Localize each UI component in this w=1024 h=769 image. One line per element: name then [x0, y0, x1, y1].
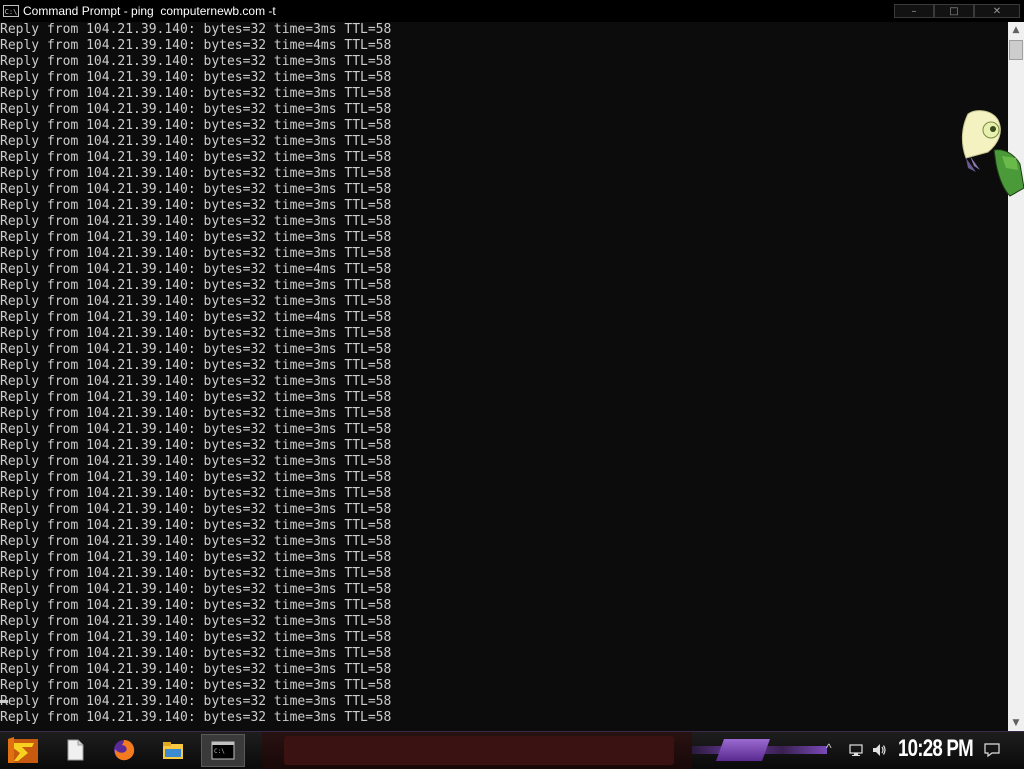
firefox-icon[interactable] [111, 737, 137, 763]
console-line: Reply from 104.21.39.140: bytes=32 time=… [0, 390, 392, 405]
cmd-icon: C:\ [3, 5, 19, 17]
console-line: Reply from 104.21.39.140: bytes=32 time=… [0, 134, 392, 149]
console-line: Reply from 104.21.39.140: bytes=32 time=… [0, 230, 392, 245]
command-prompt-icon[interactable]: C:\ [210, 738, 236, 764]
console-line: Reply from 104.21.39.140: bytes=32 time=… [0, 470, 392, 485]
console-line: Reply from 104.21.39.140: bytes=32 time=… [0, 294, 392, 309]
window-title: Command Prompt - ping computernewb.com -… [23, 4, 276, 18]
console-line: Reply from 104.21.39.140: bytes=32 time=… [0, 54, 392, 69]
console-line: Reply from 104.21.39.140: bytes=32 time=… [0, 326, 392, 341]
console-line: Reply from 104.21.39.140: bytes=32 time=… [0, 278, 392, 293]
minimize-button[interactable]: – [894, 4, 934, 18]
file-explorer-icon[interactable] [160, 737, 186, 763]
console-line: Reply from 104.21.39.140: bytes=32 time=… [0, 678, 392, 693]
console-line: Reply from 104.21.39.140: bytes=32 time=… [0, 486, 392, 501]
network-icon[interactable] [848, 742, 864, 758]
console-line: Reply from 104.21.39.140: bytes=32 time=… [0, 70, 392, 85]
console-line: Reply from 104.21.39.140: bytes=32 time=… [0, 454, 392, 469]
console-line: Reply from 104.21.39.140: bytes=32 time=… [0, 422, 392, 437]
title-bar[interactable]: C:\ Command Prompt - ping computernewb.c… [0, 0, 1024, 22]
console-line: Reply from 104.21.39.140: bytes=32 time=… [0, 150, 392, 165]
console-line: Reply from 104.21.39.140: bytes=32 time=… [0, 166, 392, 181]
tray-overflow-chevron-icon[interactable]: ^ [826, 741, 832, 755]
file-icon[interactable] [62, 737, 88, 763]
scroll-down-arrow[interactable]: ▼ [1008, 715, 1024, 731]
console-line: Reply from 104.21.39.140: bytes=32 time=… [0, 598, 392, 613]
notification-icon[interactable] [984, 742, 1000, 758]
scroll-up-arrow[interactable]: ▲ [1008, 22, 1024, 38]
mascot-character-icon [961, 110, 1024, 197]
console-output[interactable]: Reply from 104.21.39.140: bytes=32 time=… [0, 22, 1008, 731]
console-line: Reply from 104.21.39.140: bytes=32 time=… [0, 182, 392, 197]
console-line: Reply from 104.21.39.140: bytes=32 time=… [0, 374, 392, 389]
maximize-button[interactable]: □ [934, 4, 974, 18]
console-line: Reply from 104.21.39.140: bytes=32 time=… [0, 662, 392, 677]
taskbar-background-art-inner [284, 736, 674, 765]
console-line: Reply from 104.21.39.140: bytes=32 time=… [0, 438, 392, 453]
console-line: Reply from 104.21.39.140: bytes=32 time=… [0, 614, 392, 629]
volume-icon[interactable] [871, 742, 887, 758]
console-line: Reply from 104.21.39.140: bytes=32 time=… [0, 358, 392, 373]
taskbar: C:\ ^ 10:28 PM [0, 731, 1024, 769]
console-line: Reply from 104.21.39.140: bytes=32 time=… [0, 246, 392, 261]
console-line: Reply from 104.21.39.140: bytes=32 time=… [0, 214, 392, 229]
console-line: Reply from 104.21.39.140: bytes=32 time=… [0, 646, 392, 661]
console-line: Reply from 104.21.39.140: bytes=32 time=… [0, 550, 392, 565]
console-line: Reply from 104.21.39.140: bytes=32 time=… [0, 534, 392, 549]
console-line: Reply from 104.21.39.140: bytes=32 time=… [0, 406, 392, 421]
command-prompt-window: C:\ Command Prompt - ping computernewb.c… [0, 0, 1024, 731]
taskbar-accent-knob [715, 739, 771, 761]
console-line: Reply from 104.21.39.140: bytes=32 time=… [0, 38, 392, 53]
close-button[interactable]: ✕ [974, 4, 1020, 18]
console-line: Reply from 104.21.39.140: bytes=32 time=… [0, 198, 392, 213]
console-line: Reply from 104.21.39.140: bytes=32 time=… [0, 102, 392, 117]
window-controls: – □ ✕ [894, 4, 1020, 18]
console-line: Reply from 104.21.39.140: bytes=32 time=… [0, 310, 392, 325]
console-line: Reply from 104.21.39.140: bytes=32 time=… [0, 710, 392, 725]
console-line: Reply from 104.21.39.140: bytes=32 time=… [0, 630, 392, 645]
console-line: Reply from 104.21.39.140: bytes=32 time=… [0, 342, 392, 357]
scroll-thumb[interactable] [1009, 40, 1023, 60]
console-line: Reply from 104.21.39.140: bytes=32 time=… [0, 262, 392, 277]
console-line: Reply from 104.21.39.140: bytes=32 time=… [0, 118, 392, 133]
console-line: Reply from 104.21.39.140: bytes=32 time=… [0, 22, 392, 37]
console-line: Reply from 104.21.39.140: bytes=32 time=… [0, 518, 392, 533]
console-line: Reply from 104.21.39.140: bytes=32 time=… [0, 502, 392, 517]
console-line: Reply from 104.21.39.140: bytes=32 time=… [0, 694, 392, 709]
taskbar-clock[interactable]: 10:28 PM [898, 735, 974, 763]
svg-text:C:\: C:\ [214, 748, 225, 755]
start-menu-icon[interactable] [6, 735, 40, 765]
console-line: Reply from 104.21.39.140: bytes=32 time=… [0, 582, 392, 597]
console-line: Reply from 104.21.39.140: bytes=32 time=… [0, 566, 392, 581]
text-cursor [0, 700, 8, 703]
console-line: Reply from 104.21.39.140: bytes=32 time=… [0, 86, 392, 101]
